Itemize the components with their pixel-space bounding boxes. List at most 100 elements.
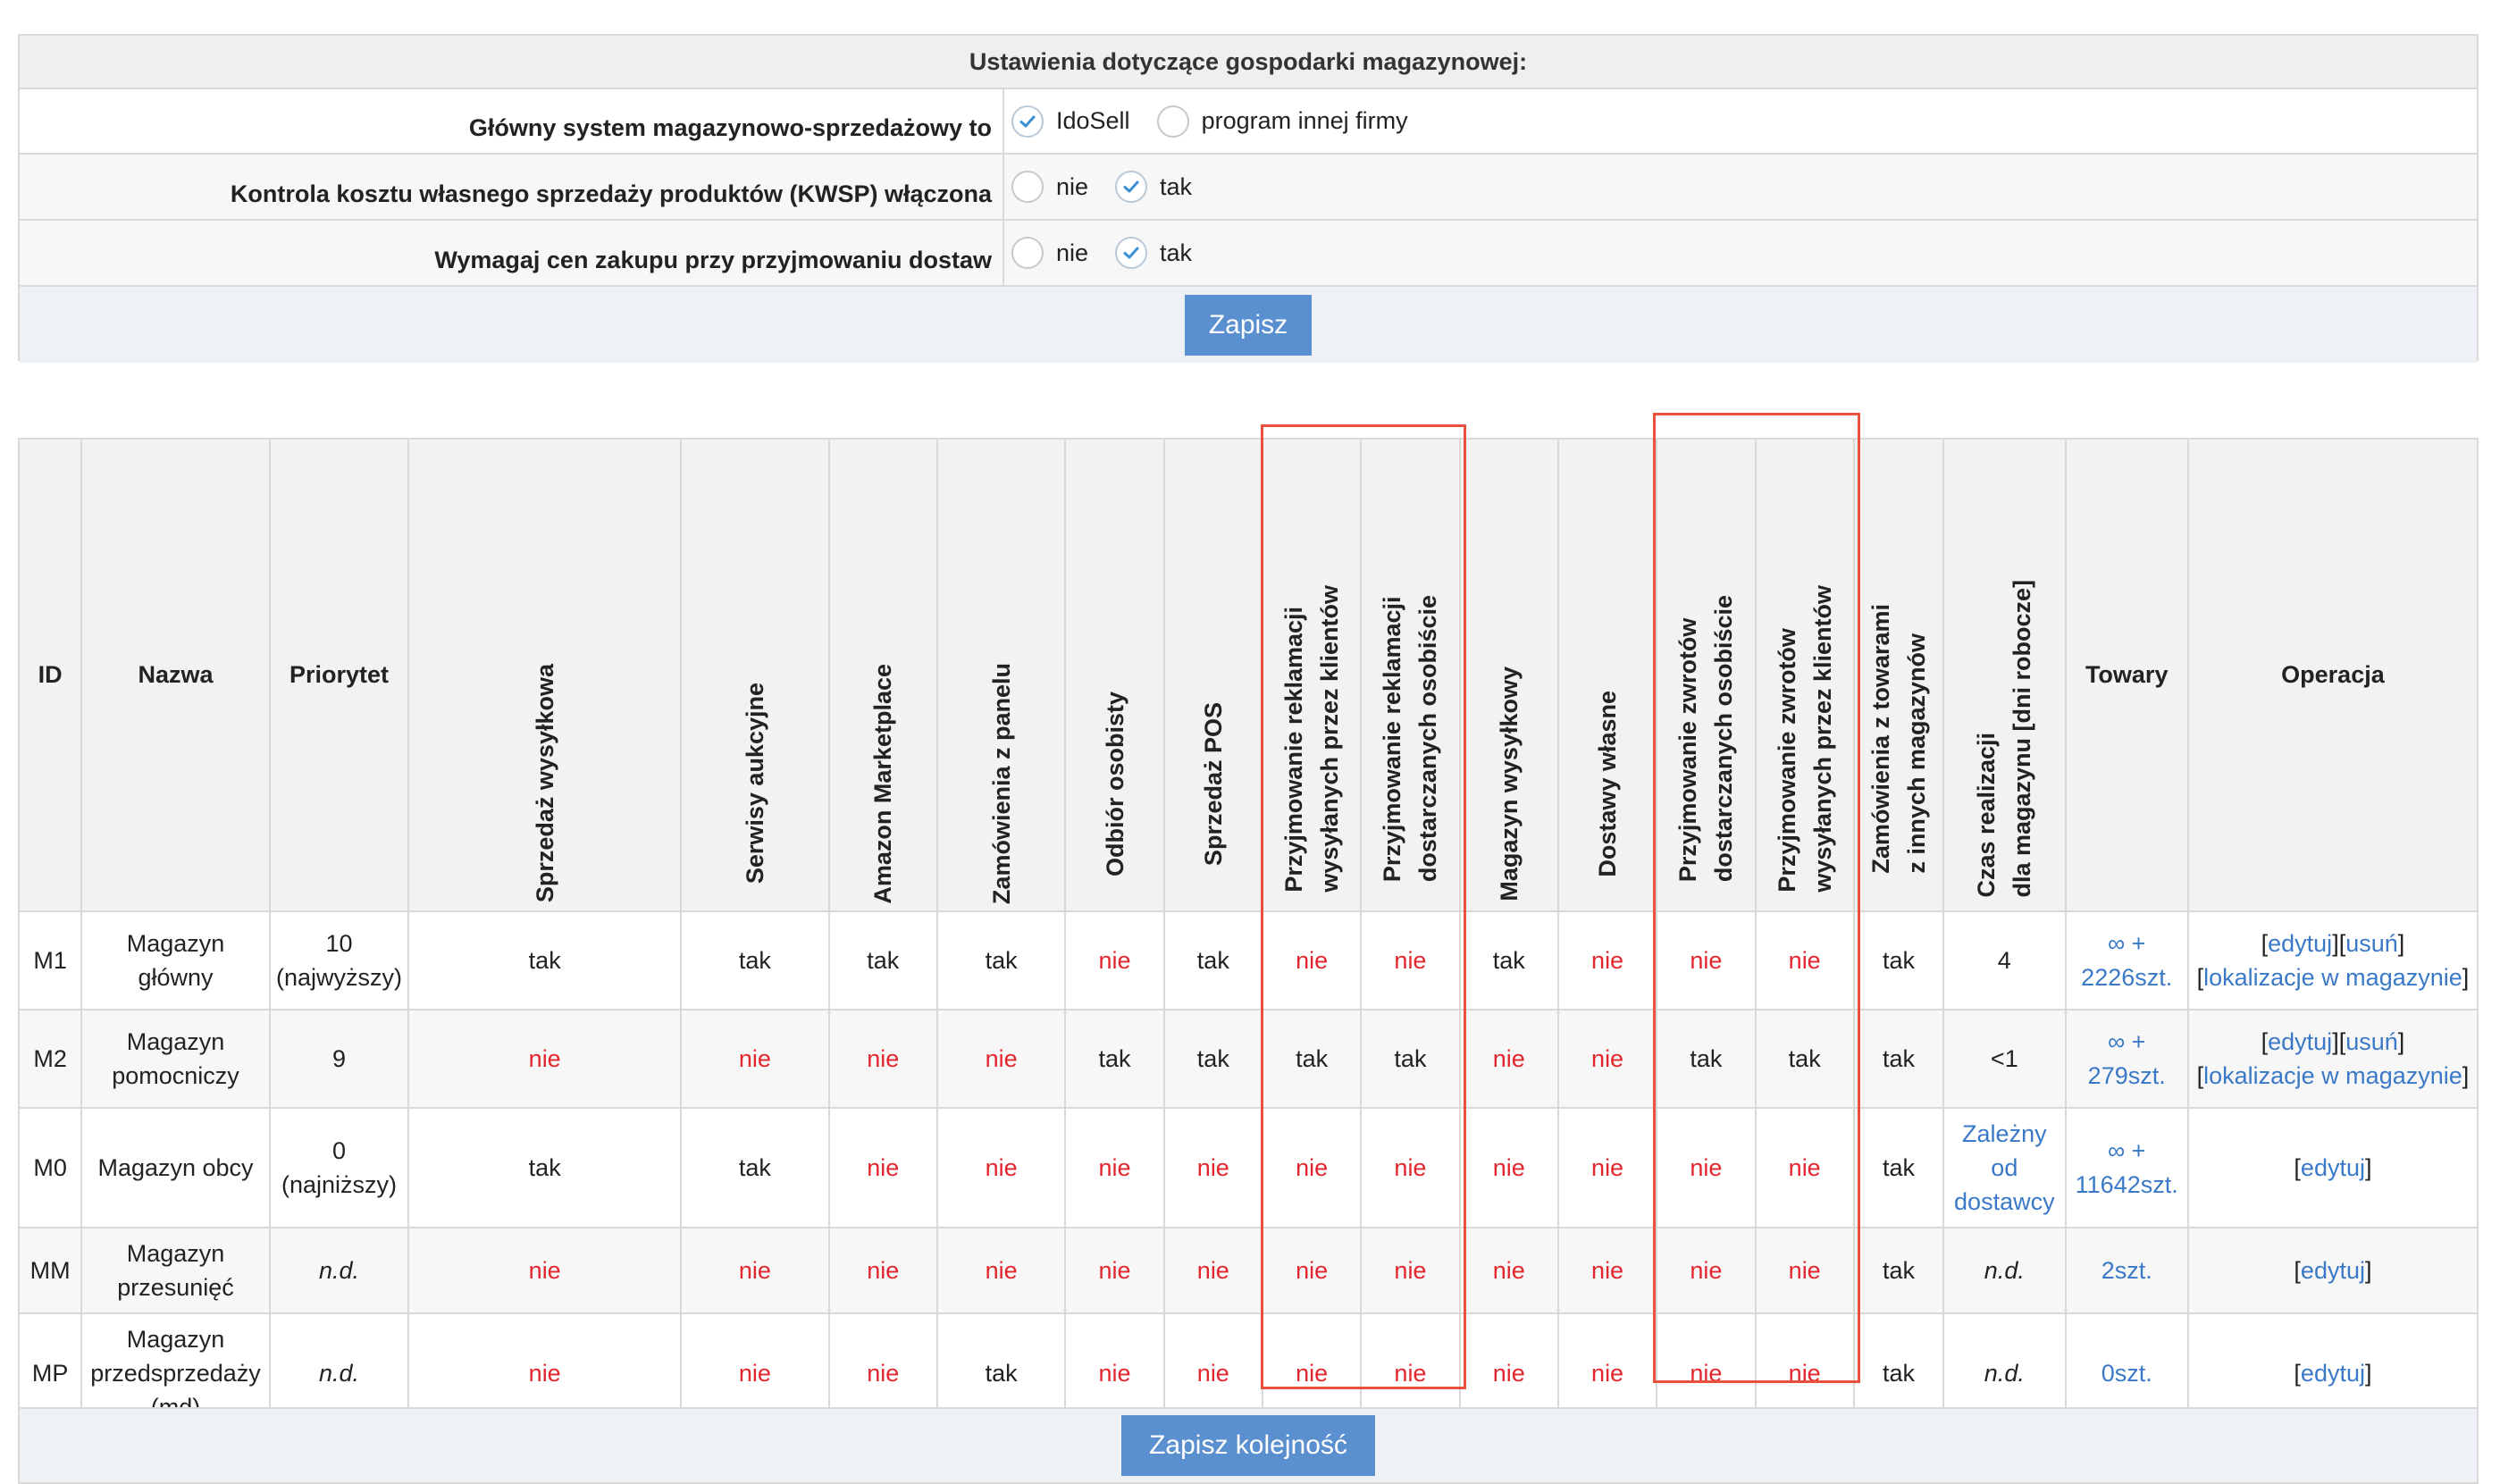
col-header-complaints-shipped: Przyjmowanie reklamacji wysyłanych przez … <box>1261 437 1363 913</box>
cell-value: nie <box>1162 1227 1263 1315</box>
table-header-row: ID Nazwa Priorytet Sprzedaż wysyłkowa Se… <box>17 437 2479 913</box>
col-header-operations: Operacja <box>2186 437 2479 913</box>
save-button[interactable]: Zapisz <box>1185 294 1312 356</box>
table-row: M1 Magazyn główny 10 (najwyższy) tak tak t… <box>17 910 2479 1011</box>
cell-value: tak <box>1360 1009 1461 1110</box>
table-row: M0 Magazyn obcy 0 (najniższy) tak tak nie… <box>17 1107 2479 1229</box>
settings-label-purchase-prices: Wymagaj cen zakupu przy przyjmowaniu dos… <box>20 221 1004 285</box>
locations-link[interactable]: lokalizacje w magazynie <box>2203 1062 2462 1089</box>
cell-value: nie <box>1064 1227 1165 1315</box>
supplier-dependent-link[interactable]: Zależny od dostawcy <box>1942 1107 2067 1229</box>
cell-value: tak <box>680 910 830 1011</box>
edit-link[interactable]: edytuj <box>2301 1360 2365 1387</box>
radio-prices-yes[interactable]: tak <box>1115 237 1192 269</box>
cell-value: nie <box>407 1009 683 1110</box>
radio-idosell[interactable]: IdoSell <box>1011 105 1130 138</box>
col-header-amazon: Amazon Marketplace <box>827 437 938 913</box>
cell-value: tak <box>1852 1009 1945 1110</box>
locations-link[interactable]: lokalizacje w magazynie <box>2203 964 2462 991</box>
cell-name: Magazyn główny <box>80 910 271 1011</box>
cell-name: Magazyn przesunięć <box>80 1227 271 1315</box>
goods-link[interactable]: ∞ +11642szt. <box>2064 1107 2189 1229</box>
cell-value: tak <box>680 1107 830 1229</box>
radio-kwsp-no[interactable]: nie <box>1011 171 1088 203</box>
radio-label: nie <box>1056 239 1089 266</box>
cell-value: tak <box>1162 910 1263 1011</box>
cell-priority: 9 <box>268 1009 410 1110</box>
cell-value: tak <box>1162 1009 1263 1110</box>
col-header-mail-order: Sprzedaż wysyłkowa <box>407 437 683 913</box>
cell-value: tak <box>1656 1009 1757 1110</box>
unchecked-radio-icon[interactable] <box>1011 237 1044 269</box>
cell-value: nie <box>827 1107 938 1229</box>
cell-value: nie <box>1261 910 1363 1011</box>
cell-value: nie <box>1064 1107 1165 1229</box>
cell-id: MM <box>17 1227 83 1315</box>
cell-value: nie <box>1656 910 1757 1011</box>
cell-name: Magazyn obcy <box>80 1107 271 1229</box>
cell-operations: [edytuj][usuń] [lokalizacje w magazynie] <box>2186 910 2479 1011</box>
save-order-button[interactable]: Zapisz kolejność <box>1121 1415 1375 1476</box>
cell-priority: 10 (najwyższy) <box>268 910 410 1011</box>
cell-value: tak <box>935 910 1067 1011</box>
cell-value: tak <box>1852 1227 1945 1315</box>
cell-value: nie <box>1162 1107 1263 1229</box>
cell-value: tak <box>1754 1009 1855 1110</box>
radio-other-company[interactable]: program innej firmy <box>1156 105 1408 138</box>
cell-value: nie <box>1556 1227 1658 1315</box>
radio-label: tak <box>1160 239 1193 266</box>
goods-link[interactable]: ∞ +2226szt. <box>2064 910 2189 1011</box>
cell-value: nie <box>935 1009 1067 1110</box>
col-header-returns-shipped: Przyjmowanie zwrotów wysyłanych przez kli… <box>1754 437 1855 913</box>
cell-value: nie <box>1556 1009 1658 1110</box>
cell-lead-time: <1 <box>1942 1009 2067 1110</box>
delete-link[interactable]: usuń <box>2345 1028 2398 1055</box>
cell-value: nie <box>1458 1227 1559 1315</box>
goods-link[interactable]: 2szt. <box>2064 1227 2189 1315</box>
unchecked-radio-icon[interactable] <box>1011 171 1044 203</box>
cell-value: nie <box>1556 1107 1658 1229</box>
edit-link[interactable]: edytuj <box>2301 1154 2365 1181</box>
cell-id: M2 <box>17 1009 83 1110</box>
cell-value: tak <box>1852 1107 1945 1229</box>
checked-radio-icon[interactable] <box>1011 105 1044 138</box>
checked-radio-icon[interactable] <box>1115 237 1148 269</box>
cell-value: nie <box>1754 1107 1855 1229</box>
cell-value: nie <box>827 1009 938 1110</box>
cell-value: tak <box>407 1107 683 1229</box>
col-header-priority: Priorytet <box>268 437 410 913</box>
unchecked-radio-icon[interactable] <box>1156 105 1189 138</box>
col-header-name: Nazwa <box>80 437 271 913</box>
cell-operations: [edytuj][usuń] [lokalizacje w magazynie] <box>2186 1009 2479 1110</box>
radio-label: program innej firmy <box>1201 107 1408 134</box>
cell-value: nie <box>935 1227 1067 1315</box>
settings-row-purchase-prices: Wymagaj cen zakupu przy przyjmowaniu dos… <box>20 221 2477 287</box>
cell-value: nie <box>407 1227 683 1315</box>
cell-value: nie <box>1656 1107 1757 1229</box>
delete-link[interactable]: usuń <box>2345 930 2398 957</box>
cell-value: nie <box>1754 910 1855 1011</box>
cell-value: tak <box>1458 910 1559 1011</box>
col-header-id: ID <box>17 437 83 913</box>
warehouse-table: ID Nazwa Priorytet Sprzedaż wysyłkowa Se… <box>17 437 2479 1435</box>
cell-value: nie <box>1261 1107 1363 1229</box>
col-header-pos: Sprzedaż POS <box>1162 437 1263 913</box>
radio-prices-no[interactable]: nie <box>1011 237 1088 269</box>
checked-radio-icon[interactable] <box>1115 171 1148 203</box>
cell-name: Magazyn pomocniczy <box>80 1009 271 1110</box>
cell-id: M1 <box>17 910 83 1011</box>
edit-link[interactable]: edytuj <box>2268 930 2332 957</box>
edit-link[interactable]: edytuj <box>2268 1028 2332 1055</box>
radio-kwsp-yes[interactable]: tak <box>1115 171 1192 203</box>
col-header-own-deliveries: Dostawy własne <box>1556 437 1658 913</box>
radio-label: tak <box>1160 172 1193 200</box>
goods-link[interactable]: ∞ +279szt. <box>2064 1009 2189 1110</box>
cell-value: tak <box>407 910 683 1011</box>
cell-value: nie <box>680 1009 830 1110</box>
cell-value: nie <box>1360 1227 1461 1315</box>
settings-title: Ustawienia dotyczące gospodarki magazyno… <box>20 36 2477 89</box>
cell-value: nie <box>1458 1107 1559 1229</box>
radio-label: IdoSell <box>1056 107 1130 134</box>
settings-footer: Zapisz <box>20 287 2477 363</box>
edit-link[interactable]: edytuj <box>2301 1257 2365 1284</box>
